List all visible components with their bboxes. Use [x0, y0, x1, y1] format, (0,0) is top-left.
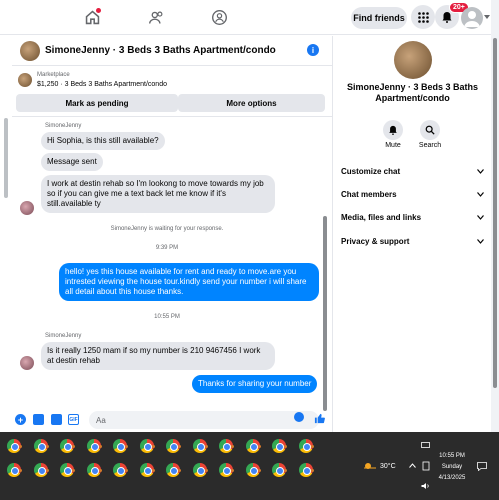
groups-icon[interactable] — [208, 6, 230, 28]
sender-name: SimoneJenny — [45, 333, 82, 339]
taskbar-app-icon[interactable] — [166, 463, 181, 477]
taskbar-app-icon[interactable] — [60, 463, 75, 477]
panel-title: SimoneJenny · 3 Beds 3 Baths Apartment/c… — [346, 82, 479, 103]
temperature[interactable]: 30°C — [380, 463, 396, 470]
thumbs-up-icon[interactable] — [314, 413, 325, 424]
sender-name: SimoneJenny — [45, 123, 82, 129]
gif-icon[interactable]: GIF — [68, 414, 79, 425]
chat-header: SimoneJenny · 3 Beds 3 Baths Apartment/c… — [12, 36, 332, 66]
media-files-links-row[interactable]: Media, files and links — [341, 209, 484, 225]
search-icon[interactable] — [420, 120, 440, 140]
message-bubble-outgoing[interactable]: hello! yes this house available for rent… — [59, 263, 319, 301]
taskbar-app-icon[interactable] — [219, 439, 234, 453]
customize-chat-row[interactable]: Customize chat — [341, 163, 484, 179]
row-label: Media, files and links — [341, 212, 422, 222]
listing-thumbnail[interactable] — [20, 41, 40, 61]
sender-avatar[interactable] — [20, 201, 34, 215]
taskbar-app-icon[interactable] — [298, 463, 314, 477]
mute-label: Mute — [385, 142, 401, 149]
speaker-icon[interactable] — [421, 482, 430, 490]
profile-avatar[interactable] — [461, 7, 483, 29]
battery-icon[interactable] — [422, 461, 430, 471]
chat-members-row[interactable]: Chat members — [341, 186, 484, 202]
taskbar-app-icon[interactable] — [272, 439, 287, 453]
plus-icon[interactable]: + — [15, 414, 26, 425]
listing-price[interactable]: $1,250 · 3 Beds 3 Baths Apartment/condo — [37, 81, 167, 88]
top-nav-bar: Find friends 20+ — [0, 0, 499, 35]
weather-sun-icon[interactable] — [363, 459, 377, 469]
taskbar-app-icon[interactable] — [33, 463, 49, 477]
message-bubble-incoming[interactable]: Hi Sophia, is this still available? — [41, 132, 165, 150]
message-composer: + GIF Aa — [12, 408, 330, 432]
sticker-icon[interactable] — [51, 414, 62, 425]
search-label: Search — [418, 142, 442, 149]
emoji-icon[interactable] — [294, 412, 304, 422]
home-icon[interactable] — [81, 6, 103, 28]
timestamp: 9:39 PM — [155, 245, 179, 251]
listing-large-thumbnail[interactable] — [394, 41, 432, 79]
taskbar-app-icon[interactable] — [245, 463, 261, 477]
taskbar-app-icon[interactable] — [7, 439, 22, 453]
row-label: Privacy & support — [341, 236, 410, 246]
clock-date[interactable]: 4/13/2025 — [432, 475, 472, 481]
clock-day[interactable]: Sunday — [432, 464, 472, 470]
message-bubble-incoming[interactable]: Message sent — [41, 153, 103, 171]
clock-time[interactable]: 10:55 PM — [432, 453, 472, 459]
mute-bell-icon[interactable] — [383, 120, 403, 140]
message-bubble-incoming[interactable]: Is it really 1250 mam if so my number is… — [41, 342, 275, 370]
message-list: SimoneJenny Hi Sophia, is this still ava… — [12, 118, 322, 408]
page-scrollbar[interactable] — [491, 0, 499, 432]
find-friends-button[interactable]: Find friends — [351, 7, 407, 29]
marketplace-label: Marketplace — [37, 72, 70, 78]
listing-small-thumbnail[interactable] — [18, 73, 32, 87]
taskbar-app-icon[interactable] — [298, 439, 314, 453]
row-label: Customize chat — [341, 166, 401, 176]
windows-taskbar: 30°C 10:55 PM Sunday 4/13/2025 — [0, 432, 499, 500]
taskbar-app-icon[interactable] — [192, 463, 208, 477]
chevron-up-icon[interactable] — [409, 463, 416, 468]
taskbar-app-icon[interactable] — [245, 439, 261, 453]
message-bubble-outgoing[interactable]: Thanks for sharing your number — [192, 375, 318, 393]
taskbar-app-icon[interactable] — [139, 463, 155, 477]
taskbar-app-icon[interactable] — [60, 439, 75, 453]
taskbar-app-icon[interactable] — [86, 463, 102, 477]
menu-grid-icon[interactable] — [411, 5, 435, 29]
account-chevron-down-icon[interactable] — [484, 15, 490, 20]
photo-icon[interactable] — [33, 414, 44, 425]
taskbar-app-icon[interactable] — [192, 439, 208, 453]
taskbar-app-icon[interactable] — [272, 463, 287, 477]
taskbar-app-icon[interactable] — [219, 463, 234, 477]
taskbar-app-icon[interactable] — [86, 439, 102, 453]
sender-avatar[interactable] — [20, 356, 34, 370]
left-scrollbar[interactable] — [3, 118, 9, 421]
taskbar-app-icon[interactable] — [113, 439, 128, 453]
friends-icon[interactable] — [145, 6, 167, 28]
timestamp: 10:55 PM — [154, 314, 180, 320]
info-icon[interactable]: i — [307, 44, 319, 56]
network-icon[interactable] — [421, 442, 430, 449]
taskbar-app-icon[interactable] — [166, 439, 181, 453]
message-bubble-incoming[interactable]: I work at destin rehab so I'm lookong to… — [41, 175, 275, 213]
taskbar-app-icon[interactable] — [113, 463, 128, 477]
chevron-down-icon — [477, 191, 484, 197]
marketplace-listing-bar: Marketplace $1,250 · 3 Beds 3 Baths Apar… — [12, 67, 332, 117]
message-input[interactable]: Aa — [89, 411, 319, 429]
chevron-down-icon — [477, 168, 484, 174]
chat-details-panel: SimoneJenny · 3 Beds 3 Baths Apartment/c… — [332, 36, 491, 432]
taskbar-app-icon[interactable] — [7, 463, 22, 477]
taskbar-app-icon[interactable] — [33, 439, 49, 453]
mark-as-pending-button[interactable]: Mark as pending — [16, 94, 178, 112]
chat-title[interactable]: SimoneJenny · 3 Beds 3 Baths Apartment/c… — [45, 45, 276, 56]
chevron-down-icon — [477, 214, 484, 220]
more-options-button[interactable]: More options — [178, 94, 325, 112]
taskbar-app-icon[interactable] — [139, 439, 155, 453]
chevron-down-icon — [477, 238, 484, 244]
waiting-notice: SimoneJenny is waiting for your response… — [110, 226, 224, 232]
notification-center-icon[interactable] — [477, 462, 487, 471]
message-scrollbar[interactable] — [322, 118, 328, 413]
home-notification-dot — [96, 8, 101, 13]
privacy-support-row[interactable]: Privacy & support — [341, 233, 484, 249]
row-label: Chat members — [341, 189, 397, 199]
